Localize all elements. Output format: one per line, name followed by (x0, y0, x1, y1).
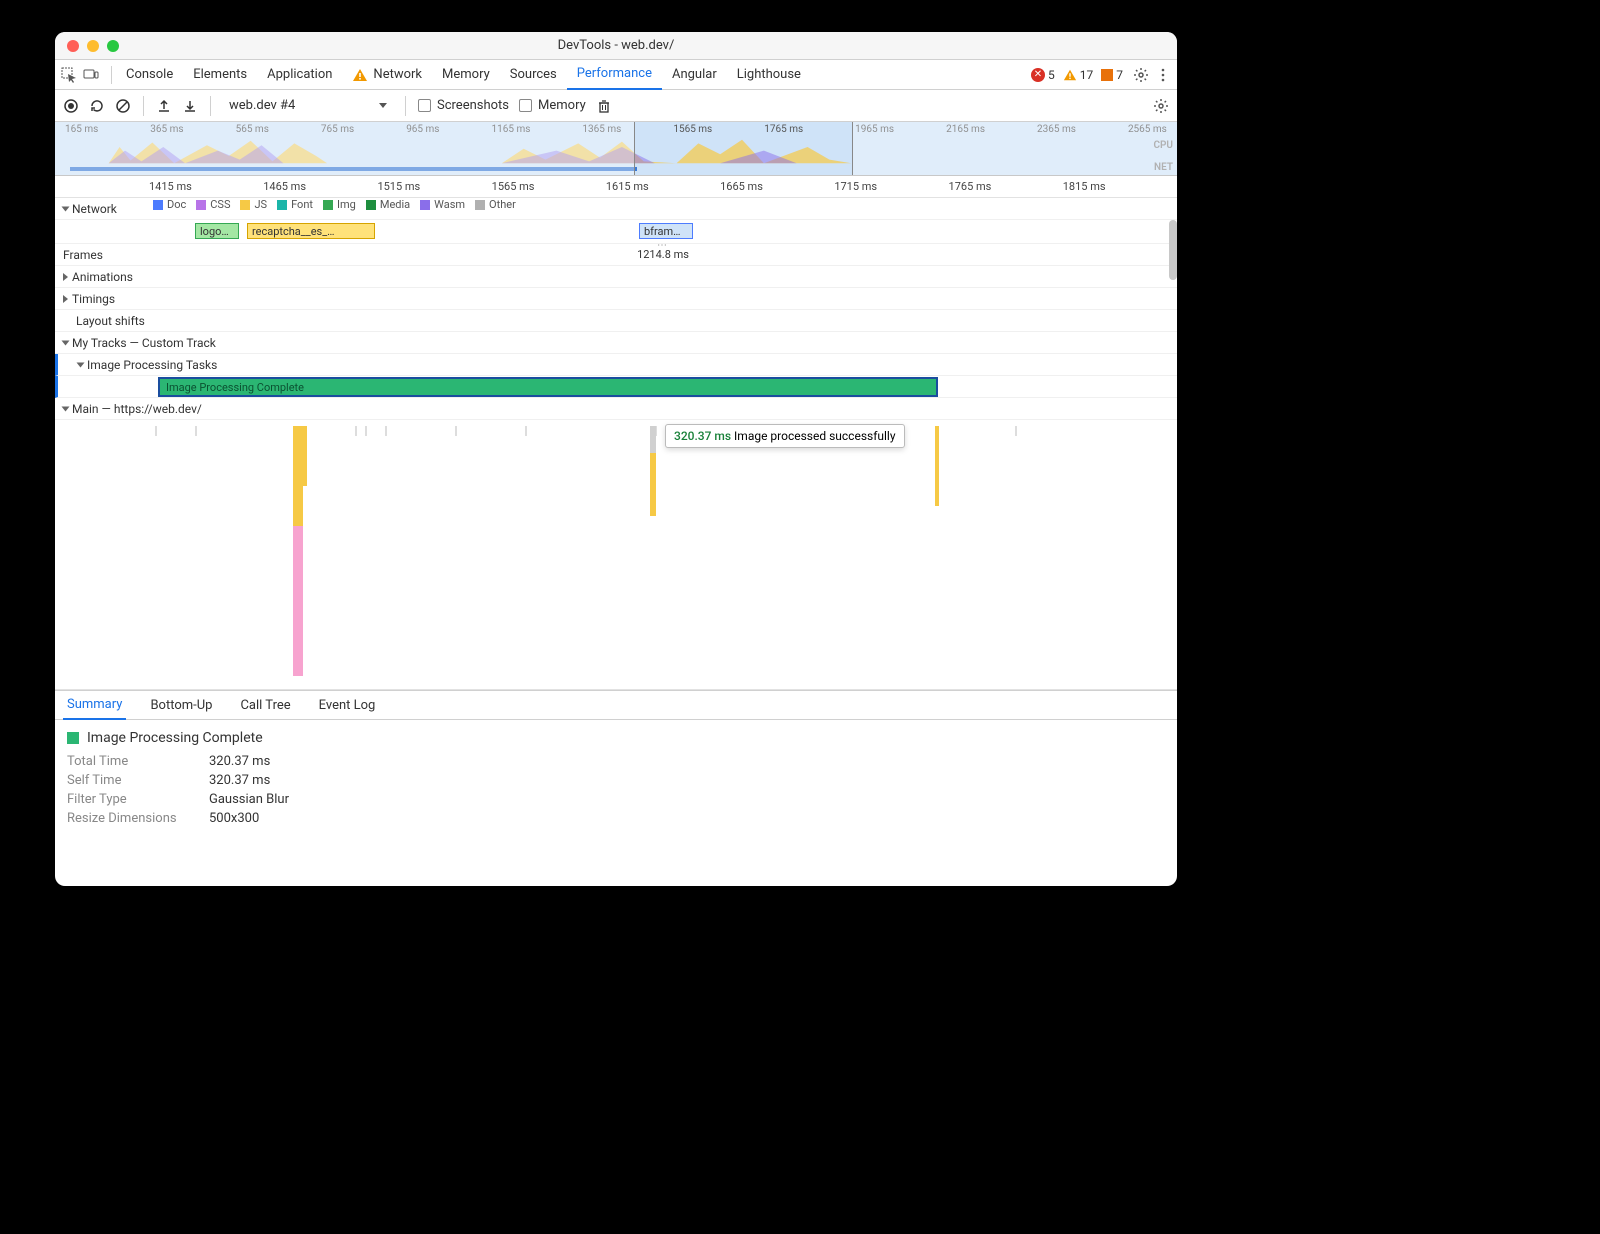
net-item-logo[interactable]: logo… (195, 223, 239, 239)
minimize-window-button[interactable] (87, 40, 99, 52)
tab-summary[interactable]: Summary (63, 690, 126, 720)
image-tasks-track[interactable]: Image Processing Tasks (55, 354, 1177, 376)
window-title: DevTools - web.dev/ (55, 38, 1177, 53)
overview-mask-right (852, 122, 1177, 175)
net-item-recaptcha[interactable]: recaptcha__es_… (247, 223, 375, 239)
disclosure-icon (63, 295, 68, 303)
chevron-down-icon (379, 103, 387, 108)
tab-angular[interactable]: Angular (662, 60, 727, 90)
net-item-bframe[interactable]: bfram… (639, 223, 693, 239)
frames-track-header[interactable]: Frames ⋯ 1214.8 ms (55, 244, 1177, 266)
tab-elements[interactable]: Elements (183, 60, 257, 90)
disclosure-icon (62, 206, 70, 211)
zoom-window-button[interactable] (107, 40, 119, 52)
panel-settings-icon[interactable] (1153, 98, 1169, 114)
titlebar: DevTools - web.dev/ (55, 32, 1177, 60)
resize-value: 500x300 (209, 811, 259, 826)
timeline-overview[interactable]: 165 ms365 ms565 ms765 ms965 ms1165 ms136… (55, 122, 1177, 176)
devtools-window: DevTools - web.dev/ Console Elements App… (55, 32, 1177, 886)
summary-title: Image Processing Complete (87, 730, 263, 746)
filter-type-value: Gaussian Blur (209, 792, 289, 807)
download-button[interactable] (182, 98, 198, 114)
tab-network[interactable]: Network (342, 60, 432, 90)
tab-memory[interactable]: Memory (432, 60, 500, 90)
animations-track[interactable]: Animations (55, 266, 1177, 288)
close-window-button[interactable] (67, 40, 79, 52)
tab-bottom-up[interactable]: Bottom-Up (146, 690, 216, 720)
tab-sources[interactable]: Sources (500, 60, 567, 90)
scrollbar-thumb[interactable] (1169, 220, 1177, 280)
warning-icon (352, 67, 368, 83)
flame-stack[interactable] (303, 426, 307, 486)
details-tabs: Summary Bottom-Up Call Tree Event Log (55, 690, 1177, 720)
event-color-swatch (67, 732, 79, 744)
main-flame-chart[interactable]: 320.37 ms Image processed successfully (55, 420, 1177, 690)
disclosure-icon (63, 273, 68, 281)
recording-select[interactable]: web.dev #4 (223, 96, 393, 115)
traffic-lights (67, 40, 119, 52)
flame-stack[interactable] (935, 426, 939, 506)
errors-badge[interactable]: ✕5 (1031, 68, 1055, 82)
tab-event-log[interactable]: Event Log (315, 690, 380, 720)
timeline-ruler[interactable]: 1415 ms 1465 ms 1515 ms 1565 ms 1615 ms … (55, 176, 1177, 198)
warnings-badge[interactable]: 17 (1063, 68, 1094, 82)
image-processing-complete-event[interactable]: Image Processing Complete (158, 377, 938, 397)
issues-badge[interactable]: 7 (1101, 68, 1123, 82)
total-time-value: 320.37 ms (209, 754, 270, 769)
event-tooltip: 320.37 ms Image processed successfully (665, 424, 905, 448)
tab-performance[interactable]: Performance (567, 60, 662, 90)
tab-console[interactable]: Console (116, 60, 183, 90)
performance-toolbar: web.dev #4 Screenshots Memory (55, 90, 1177, 122)
disclosure-icon (62, 406, 70, 411)
frame-duration: 1214.8 ms (637, 248, 689, 261)
self-time-value: 320.37 ms (209, 773, 270, 788)
status-badges: ✕5 17 7 (1031, 68, 1127, 82)
layout-shifts-track[interactable]: Layout shifts (55, 310, 1177, 332)
main-track-header[interactable]: Main — https://web.dev/ (55, 398, 1177, 420)
more-icon[interactable] (1155, 67, 1171, 83)
garbage-collect-button[interactable] (596, 98, 612, 114)
flame-stack[interactable] (650, 426, 656, 516)
network-legend: Doc CSS JS Font Img Media Wasm Other (149, 198, 1177, 211)
record-button[interactable] (63, 98, 79, 114)
panel-tabs: Console Elements Application Network Mem… (55, 60, 1177, 90)
overview-mask-left (55, 122, 635, 175)
memory-checkbox[interactable]: Memory (519, 98, 586, 113)
disclosure-icon (62, 340, 70, 345)
disclosure-icon (77, 362, 85, 367)
image-event-row: Image Processing Complete (55, 376, 1177, 398)
upload-button[interactable] (156, 98, 172, 114)
network-items-row: logo… recaptcha__es_… bfram… (55, 220, 1177, 244)
screenshots-checkbox[interactable]: Screenshots (418, 98, 509, 113)
tab-call-tree[interactable]: Call Tree (236, 690, 294, 720)
my-tracks-header[interactable]: My Tracks — Custom Track (55, 332, 1177, 354)
network-track-header[interactable]: Network Doc CSS JS Font Img Media Wasm O… (55, 198, 1177, 220)
reload-button[interactable] (89, 98, 105, 114)
tab-lighthouse[interactable]: Lighthouse (727, 60, 811, 90)
tab-application[interactable]: Application (257, 60, 342, 90)
settings-icon[interactable] (1133, 67, 1149, 83)
summary-panel: Image Processing Complete Total Time320.… (55, 720, 1177, 886)
clear-button[interactable] (115, 98, 131, 114)
inspect-icon[interactable] (61, 67, 77, 83)
timings-track[interactable]: Timings (55, 288, 1177, 310)
device-toolbar-icon[interactable] (83, 67, 99, 83)
flame-stack[interactable] (293, 426, 303, 676)
